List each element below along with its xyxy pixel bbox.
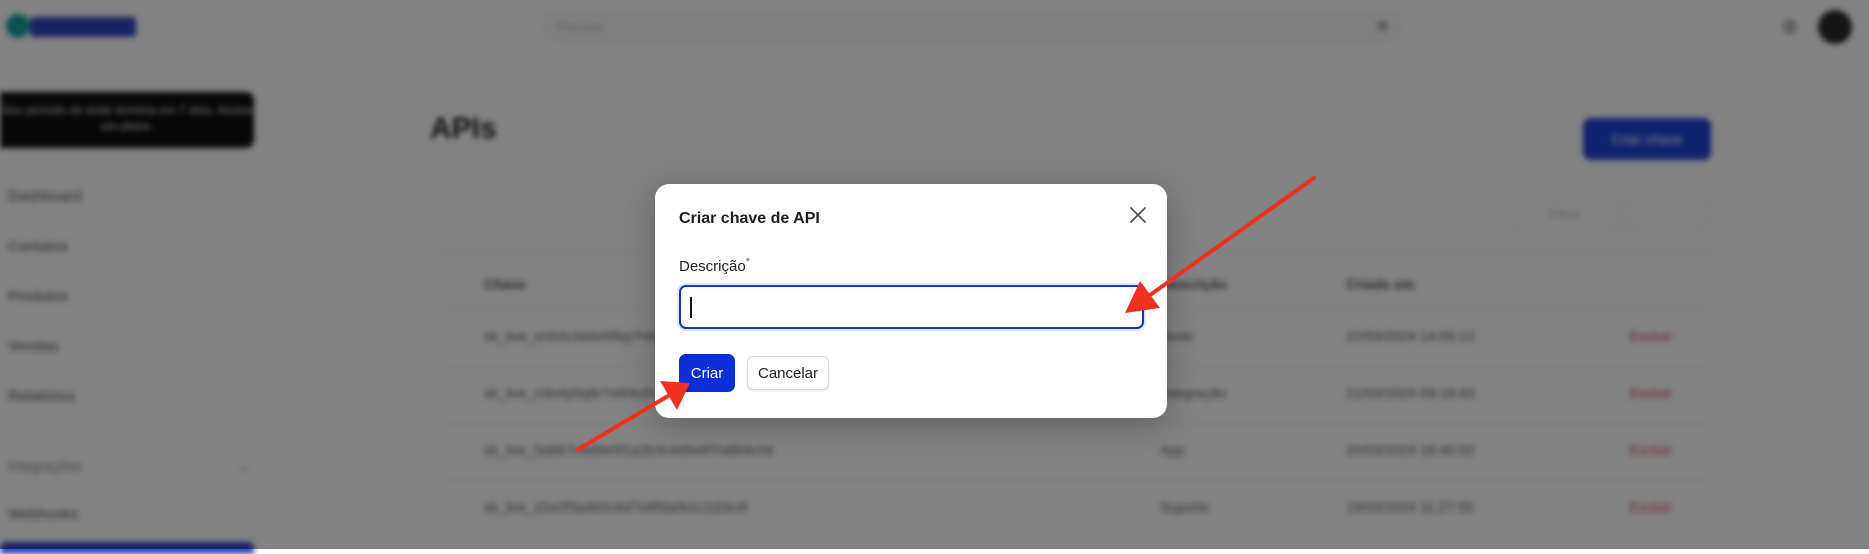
required-indicator: * [745, 256, 750, 268]
description-input[interactable] [679, 285, 1144, 329]
create-button[interactable]: Criar [679, 354, 735, 392]
create-api-key-dialog: Criar chave de API Descrição* Criar Canc… [655, 184, 1167, 418]
description-label-text: Descrição [679, 258, 746, 275]
close-icon[interactable] [1125, 202, 1151, 228]
text-caret [690, 297, 692, 318]
cancel-button[interactable]: Cancelar [747, 356, 829, 390]
description-label: Descrição* [679, 256, 750, 275]
dialog-title: Criar chave de API [679, 210, 820, 227]
